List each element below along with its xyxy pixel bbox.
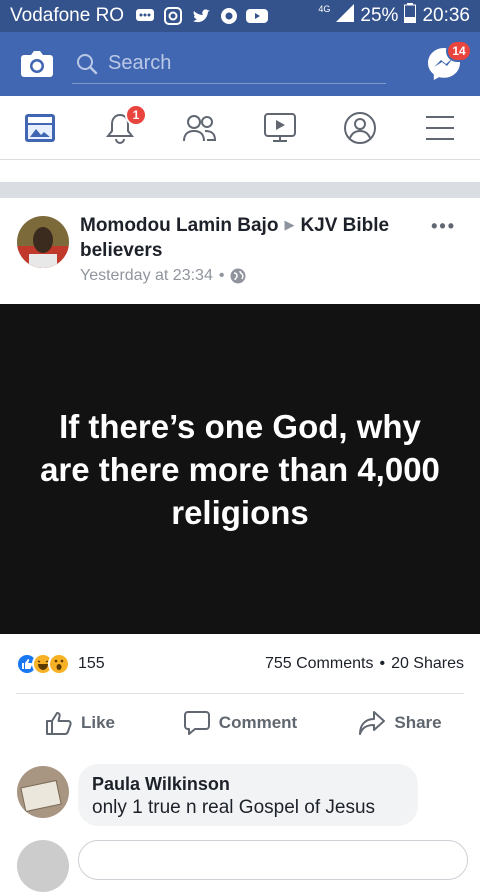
author-name[interactable]: Momodou Lamin Bajo [80,215,278,236]
tab-news-feed[interactable] [0,96,80,159]
post-header: Momodou Lamin Bajo ▶ KJV Bible believers Y… [0,198,480,304]
next-commenter-avatar[interactable] [17,840,69,892]
arrow-right-icon: ▶ [284,217,295,232]
shares-count[interactable]: 20 Shares [391,655,464,673]
wow-reaction-icon [48,653,70,675]
post-separator [0,182,480,198]
youtube-icon [246,7,269,25]
reaction-count[interactable]: 155 [78,655,105,673]
comment-label: Comment [218,713,298,732]
comments-count[interactable]: 755 Comments [265,655,374,673]
globe-icon [230,268,246,284]
like-button[interactable]: Like [0,710,160,736]
twitter-icon [190,7,212,25]
comment-item: Paula Wilkinson only 1 true n real Gospe… [0,752,480,892]
post-image-text: If there’s one God, why are there more t… [40,407,440,531]
post-actions: Like Comment Share [0,694,480,752]
author-avatar[interactable] [17,216,69,268]
share-icon [359,711,386,735]
menu-icon [426,115,454,140]
signal-icon [336,4,355,28]
commenter-avatar[interactable] [17,766,69,818]
tab-menu[interactable] [400,96,480,159]
previous-post-action-strip [0,160,480,182]
search-placeholder: Search [108,52,172,74]
chat-notification-icon [134,7,156,25]
messenger-button[interactable]: 14 [426,40,472,82]
battery-icon [404,3,417,29]
friends-icon [183,114,217,141]
tab-bar: 1 [0,96,480,160]
next-comment-bubble[interactable] [78,840,468,880]
tab-watch[interactable] [240,96,320,159]
like-label: Like [80,713,116,732]
messenger-badge: 14 [446,40,472,62]
carrier-name: Vodafone RO [10,5,125,26]
camera-icon[interactable] [20,49,54,79]
tab-notifications[interactable]: 1 [80,96,160,159]
comment-bubble[interactable]: Paula Wilkinson only 1 true n real Gospe… [78,764,418,826]
comment-button[interactable]: Comment [160,710,320,736]
app-header: Search 14 [0,32,480,96]
instagram-icon [162,7,184,25]
comment-icon [183,711,210,735]
tab-friends[interactable] [160,96,240,159]
comment-text: only 1 true n real Gospel of Jesus [92,797,376,818]
clock: 20:36 [422,5,470,26]
post-author-line[interactable]: Momodou Lamin Bajo ▶ KJV Bible believers [80,214,420,263]
meta-separator: • [218,267,225,284]
post-image[interactable]: If there’s one God, why are there more t… [0,304,480,634]
stats-separator: • [379,655,386,672]
battery-percent: 25% [360,5,399,26]
post-timestamp[interactable]: Yesterday at 23:34 [80,267,213,285]
search-icon [77,53,98,74]
status-bar: Vodafone RO 4G 25% 20:36 [0,0,480,32]
search-bar[interactable]: Search [72,44,386,84]
share-button[interactable]: Share [320,710,480,736]
network-type: 4G [318,4,331,14]
thumbs-up-icon [45,712,72,735]
news-feed-icon [25,113,55,142]
more-options-icon[interactable]: ••• [431,216,456,237]
profile-icon [344,111,376,144]
video-icon [264,112,296,142]
share-label: Share [394,713,442,732]
tab-profile[interactable] [320,96,400,159]
post-stats: 155 755 Comments • 20 Shares [0,634,480,694]
chrome-icon [218,7,240,25]
notification-badge: 1 [125,104,147,126]
commenter-name[interactable]: Paula Wilkinson [92,774,404,795]
post-meta: Yesterday at 23:34 • [80,267,246,285]
reactions-summary[interactable] [16,653,70,675]
